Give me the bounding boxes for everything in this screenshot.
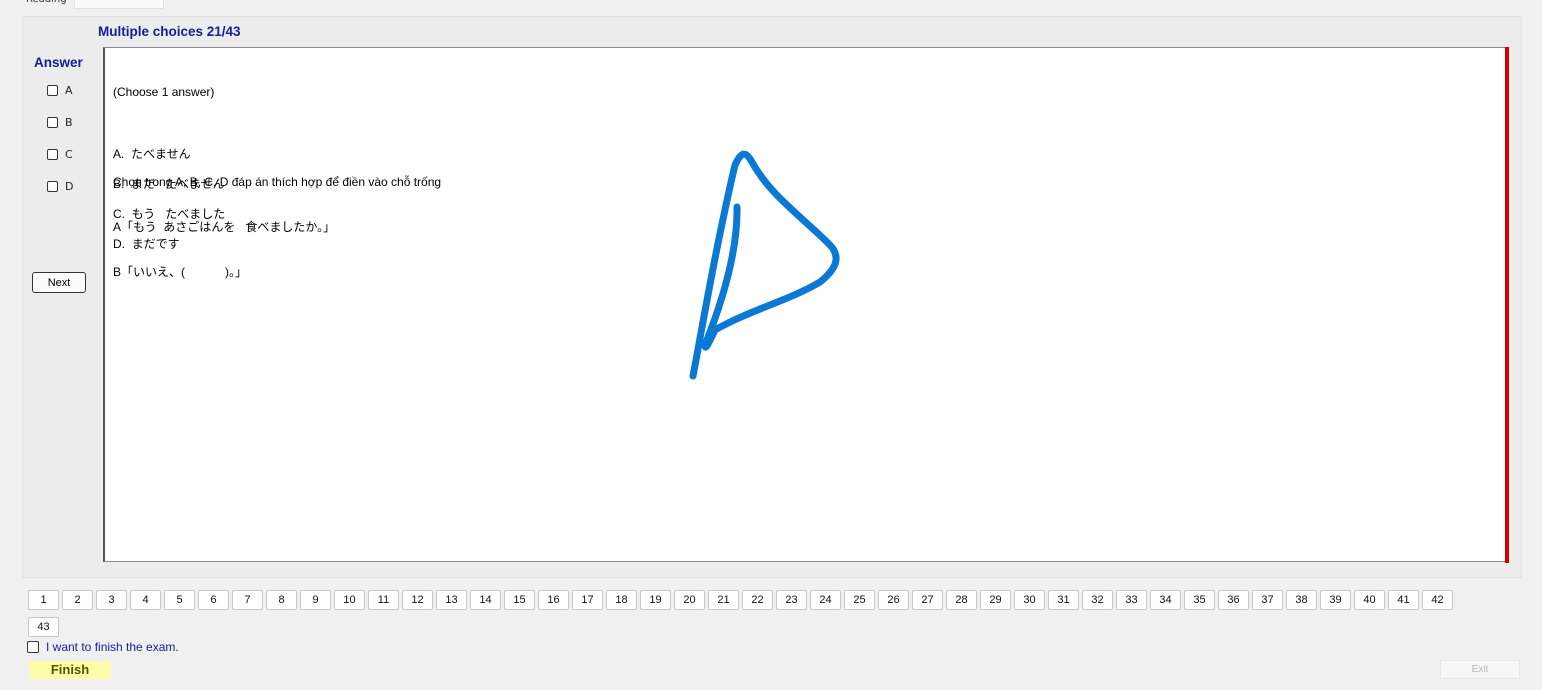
finish-button[interactable]: Finish xyxy=(29,661,111,679)
question-nav-button[interactable]: 35 xyxy=(1184,590,1215,610)
question-nav-button[interactable]: 26 xyxy=(878,590,909,610)
exit-button[interactable]: Exit xyxy=(1440,660,1520,679)
question-nav-button[interactable]: 17 xyxy=(572,590,603,610)
finish-confirm-checkbox[interactable]: I want to finish the exam. xyxy=(27,640,179,654)
question-nav-button[interactable]: 33 xyxy=(1116,590,1147,610)
question-nav-button[interactable]: 40 xyxy=(1354,590,1385,610)
question-nav-button[interactable]: 24 xyxy=(810,590,841,610)
question-nav-button[interactable]: 3 xyxy=(96,590,127,610)
question-nav-button[interactable]: 36 xyxy=(1218,590,1249,610)
question-nav-button[interactable]: 13 xyxy=(436,590,467,610)
question-nav-button[interactable]: 43 xyxy=(28,617,59,637)
question-nav-button[interactable]: 27 xyxy=(912,590,943,610)
question-nav-button[interactable]: 28 xyxy=(946,590,977,610)
question-nav-button[interactable]: 5 xyxy=(164,590,195,610)
question-nav-button[interactable]: 10 xyxy=(334,590,365,610)
question-nav-button[interactable]: 32 xyxy=(1082,590,1113,610)
pen-stroke xyxy=(689,150,840,380)
question-nav-button[interactable]: 19 xyxy=(640,590,671,610)
question-nav-button[interactable]: 20 xyxy=(674,590,705,610)
question-nav-button[interactable]: 21 xyxy=(708,590,739,610)
question-nav-button[interactable]: 29 xyxy=(980,590,1011,610)
question-nav-button[interactable]: 38 xyxy=(1286,590,1317,610)
pen-annotation xyxy=(689,150,840,380)
question-nav-button[interactable]: 7 xyxy=(232,590,263,610)
question-nav-button[interactable]: 4 xyxy=(130,590,161,610)
question-nav-button[interactable]: 41 xyxy=(1388,590,1419,610)
question-nav-button[interactable]: 2 xyxy=(62,590,93,610)
question-nav-button[interactable]: 30 xyxy=(1014,590,1045,610)
question-nav-button[interactable]: 16 xyxy=(538,590,569,610)
question-nav-button[interactable]: 12 xyxy=(402,590,433,610)
question-nav-button[interactable]: 11 xyxy=(368,590,399,610)
question-nav-button[interactable]: 14 xyxy=(470,590,501,610)
question-nav-button[interactable]: 18 xyxy=(606,590,637,610)
question-nav-button[interactable]: 15 xyxy=(504,590,535,610)
question-nav-button[interactable]: 37 xyxy=(1252,590,1283,610)
question-nav-button[interactable]: 6 xyxy=(198,590,229,610)
question-nav-button[interactable]: 1 xyxy=(28,590,59,610)
question-nav-button[interactable]: 23 xyxy=(776,590,807,610)
finish-checkbox-label: I want to finish the exam. xyxy=(46,640,179,654)
finish-checkbox[interactable] xyxy=(27,641,39,653)
question-nav-button[interactable]: 22 xyxy=(742,590,773,610)
question-nav-button[interactable]: 42 xyxy=(1422,590,1453,610)
question-nav-button[interactable]: 31 xyxy=(1048,590,1079,610)
question-nav-button[interactable]: 9 xyxy=(300,590,331,610)
question-nav-button[interactable]: 39 xyxy=(1320,590,1351,610)
question-nav-button[interactable]: 8 xyxy=(266,590,297,610)
question-nav-button[interactable]: 34 xyxy=(1150,590,1181,610)
question-nav-button[interactable]: 25 xyxy=(844,590,875,610)
